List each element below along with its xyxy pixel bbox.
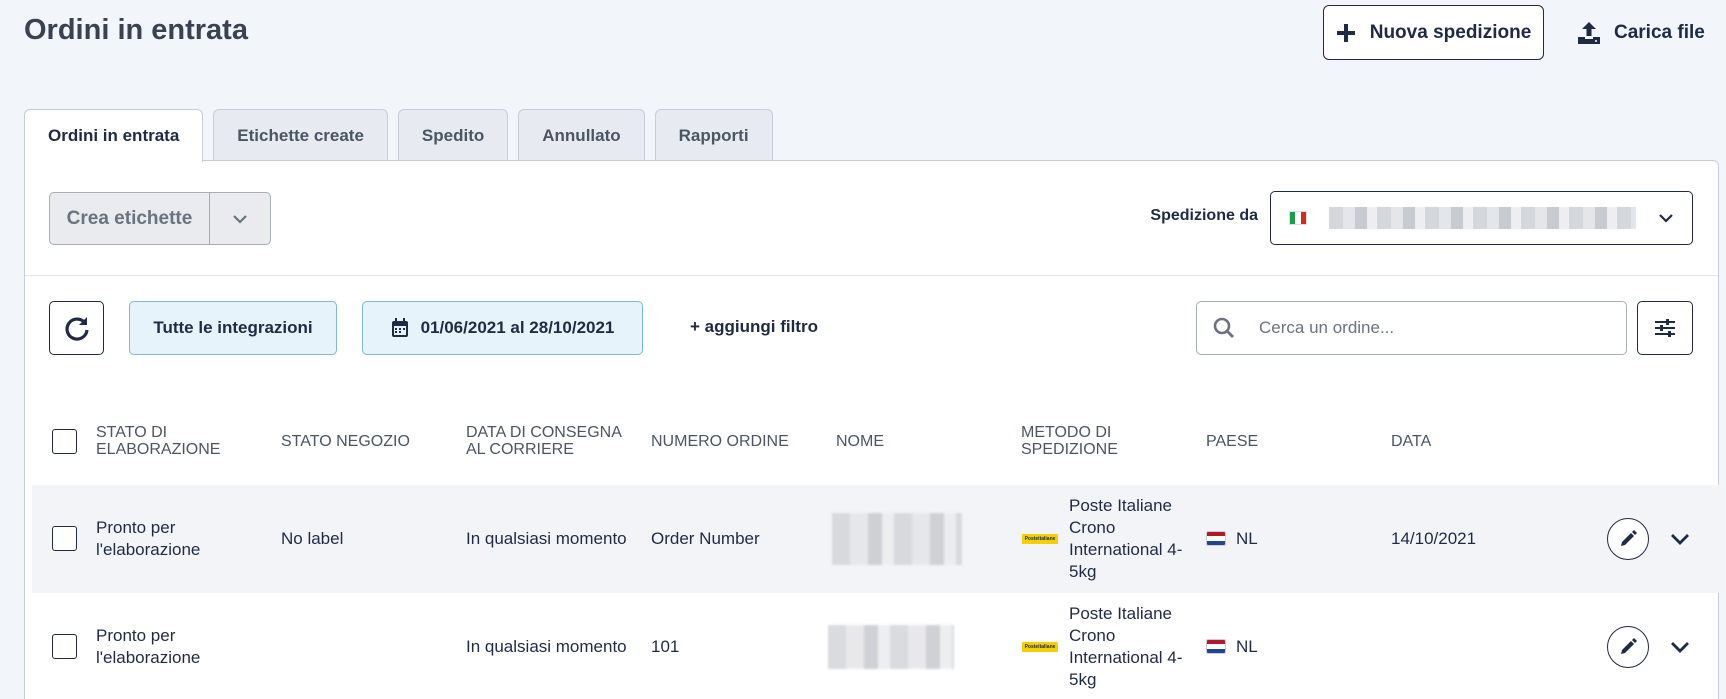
delivery-date-cell: In qualsiasi momento: [466, 637, 627, 656]
page-title: Ordini in entrata: [24, 14, 248, 46]
plus-icon: [1336, 23, 1355, 42]
order-number-cell: Order Number: [651, 529, 760, 548]
poste-italiane-logo: Posteitaliane: [1022, 534, 1058, 544]
integrations-filter-button[interactable]: Tutte le integrazioni: [129, 301, 337, 355]
column-header-order-number[interactable]: NUMERO ORDINE: [651, 433, 789, 450]
row-checkbox[interactable]: [52, 634, 77, 659]
column-header-country[interactable]: PAESE: [1206, 433, 1258, 450]
chevron-down-icon: [1671, 534, 1689, 545]
customer-name-redacted: [832, 513, 962, 565]
select-all-checkbox[interactable]: [52, 429, 77, 454]
ship-from-address-redacted: [1329, 207, 1636, 229]
ship-from-label: Spedizione da: [1150, 207, 1258, 224]
expand-row-button[interactable]: [1668, 635, 1692, 659]
date-cell: 14/10/2021: [1391, 529, 1477, 548]
processing-status-cell: Pronto per l'elaborazione: [96, 518, 201, 559]
column-settings-button[interactable]: [1637, 301, 1693, 355]
tab-cancelled[interactable]: Annullato: [518, 109, 645, 161]
poste-italiane-logo: Posteitaliane: [1022, 642, 1058, 652]
edit-order-button[interactable]: [1607, 626, 1649, 668]
column-header-name[interactable]: NOME: [836, 433, 884, 450]
create-labels-button[interactable]: Crea etichette: [50, 193, 210, 244]
netherlands-flag-icon: [1206, 639, 1226, 654]
chevron-down-icon: [1671, 642, 1689, 653]
processing-status-cell: Pronto per l'elaborazione: [96, 626, 201, 667]
toolbar-divider: [25, 275, 1718, 276]
pencil-icon: [1621, 638, 1637, 654]
upload-file-button[interactable]: Carica file: [1576, 5, 1716, 60]
column-header-date[interactable]: DATA: [1391, 433, 1431, 450]
search-icon: [1213, 317, 1234, 338]
country-cell: NL: [1236, 637, 1258, 656]
tab-incoming-orders[interactable]: Ordini in entrata: [24, 109, 204, 162]
delivery-date-cell: In qualsiasi momento: [466, 529, 627, 548]
chevron-down-icon: [1659, 214, 1673, 223]
expand-row-button[interactable]: [1668, 527, 1692, 551]
chevron-down-icon: [233, 214, 247, 224]
tab-bar: Ordini in entrata Etichette create Spedi…: [24, 109, 773, 162]
column-header-processing-status[interactable]: STATO DI ELABORAZIONE: [96, 424, 236, 458]
refresh-icon: [64, 317, 89, 341]
date-range-label: 01/06/2021 al 28/10/2021: [420, 318, 615, 337]
shipping-method-cell: Poste Italiane Crono International 4-5kg: [1069, 604, 1183, 689]
column-header-store-status[interactable]: STATO NEGOZIO: [281, 433, 410, 450]
add-filter-link[interactable]: + aggiungi filtro: [690, 317, 818, 337]
tab-reports[interactable]: Rapporti: [654, 109, 773, 161]
new-shipment-label: Nuova spedizione: [1369, 21, 1532, 43]
store-status-cell: No label: [281, 529, 344, 548]
calendar-icon: [391, 318, 408, 337]
refresh-button[interactable]: [49, 301, 104, 355]
shipping-method-cell: Poste Italiane Crono International 4-5kg: [1069, 496, 1183, 581]
edit-order-button[interactable]: [1607, 518, 1649, 560]
date-range-button[interactable]: 01/06/2021 al 28/10/2021: [362, 301, 643, 355]
upload-file-label: Carica file: [1614, 21, 1705, 43]
column-header-shipping-method[interactable]: METODO DI SPEDIZIONE: [1021, 424, 1131, 458]
column-header-delivery-date[interactable]: DATA DI CONSEGNA AL CORRIERE: [466, 424, 636, 458]
country-cell: NL: [1236, 529, 1258, 548]
ship-from-select[interactable]: [1270, 191, 1693, 245]
pencil-icon: [1621, 530, 1637, 546]
new-shipment-button[interactable]: Nuova spedizione: [1323, 5, 1544, 60]
order-search-box[interactable]: [1196, 301, 1627, 355]
netherlands-flag-icon: [1206, 531, 1226, 546]
upload-icon: [1578, 21, 1600, 44]
sliders-icon: [1655, 319, 1675, 337]
order-search-input[interactable]: [1259, 318, 1579, 338]
italy-flag-icon: [1289, 211, 1307, 225]
create-labels-split-button[interactable]: Crea etichette: [49, 192, 271, 245]
tab-labels-created[interactable]: Etichette create: [213, 109, 388, 161]
customer-name-redacted: [828, 625, 954, 669]
order-number-cell: 101: [651, 637, 680, 656]
create-labels-dropdown[interactable]: [210, 193, 270, 244]
row-checkbox[interactable]: [52, 526, 77, 551]
tab-shipped[interactable]: Spedito: [397, 109, 509, 161]
